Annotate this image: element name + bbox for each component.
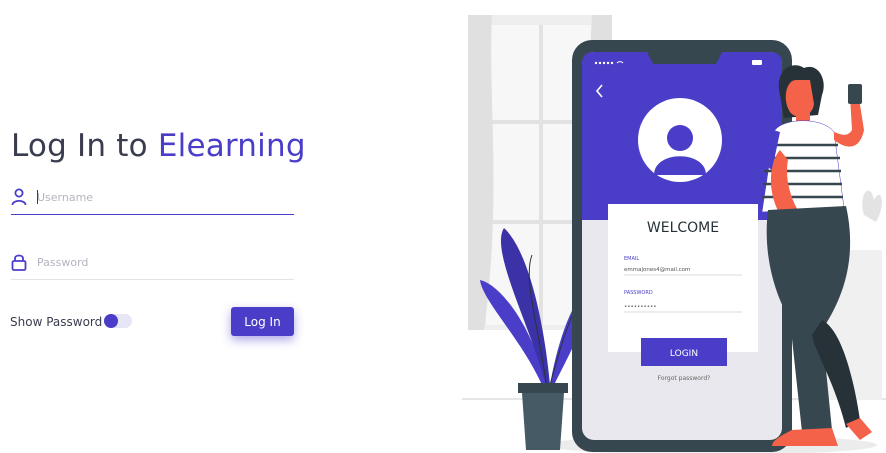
username-input[interactable] (37, 186, 287, 208)
login-button[interactable]: Log In (231, 307, 294, 336)
email-label: EMAIL (624, 256, 639, 262)
email-value: emmajones4@mail.com (624, 267, 690, 273)
show-password-label: Show Password (10, 315, 103, 329)
page-title-prefix: Log In to (11, 128, 158, 164)
username-field[interactable] (11, 184, 294, 215)
illustration-login-button: LOGIN (670, 349, 698, 359)
user-icon (11, 188, 27, 206)
password-input[interactable] (37, 251, 287, 273)
password-label: PASSWORD (624, 290, 653, 296)
password-field[interactable] (11, 249, 294, 280)
phone-illustration: WELCOME EMAIL emmajones4@mail.com PASSWO… (572, 40, 792, 452)
toggle-knob (104, 314, 118, 328)
password-value: •••••••••• (624, 304, 656, 310)
login-illustration: WELCOME EMAIL emmajones4@mail.com PASSWO… (462, 0, 886, 453)
lock-icon (11, 254, 27, 271)
login-panel: Log In to Elearning Show Password Log In (0, 0, 440, 453)
brand-name: Elearning (157, 128, 306, 164)
page-title: Log In to Elearning (11, 128, 306, 164)
avatar-icon (638, 98, 722, 182)
welcome-text: WELCOME (647, 220, 719, 236)
forgot-password-text: Forgot password? (658, 375, 711, 382)
show-password-toggle[interactable] (104, 314, 132, 328)
battery-icon (752, 60, 762, 65)
